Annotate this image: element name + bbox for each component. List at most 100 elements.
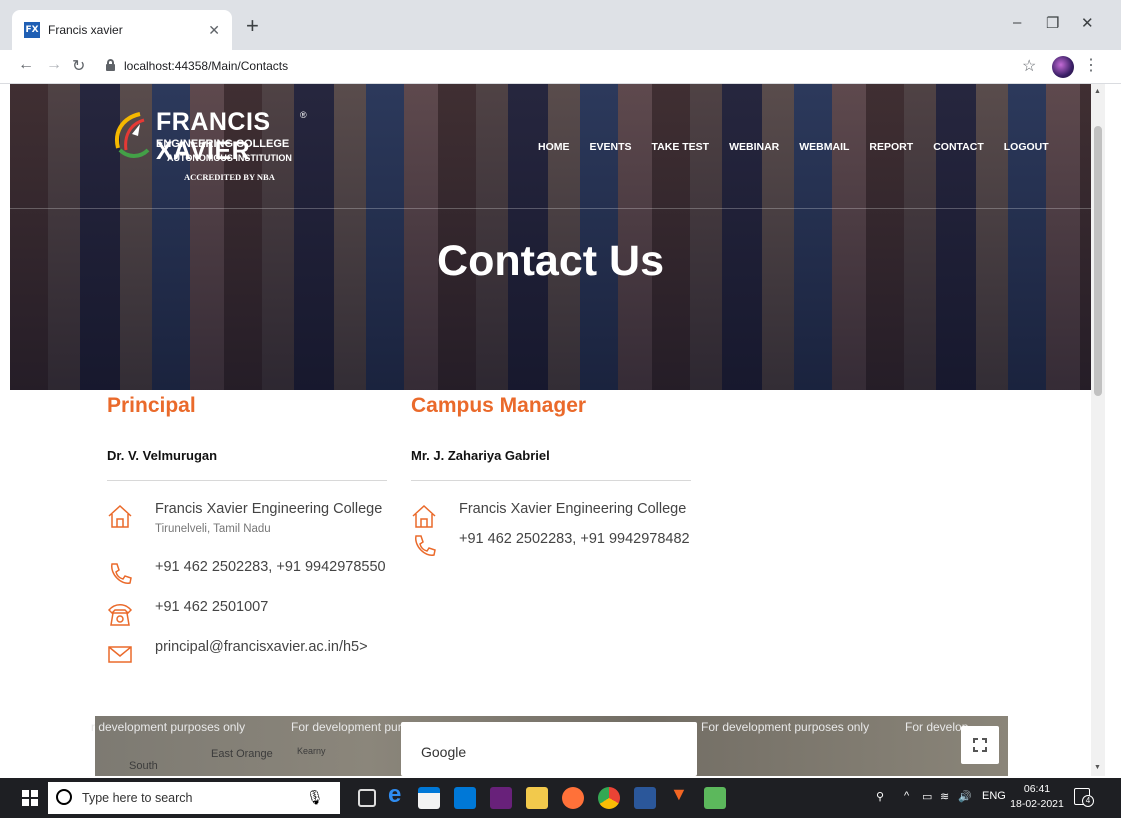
campus-manager-name: Mr. J. Zahariya Gabriel — [411, 448, 550, 463]
nav-webmail[interactable]: WEBMAIL — [799, 141, 849, 153]
file-explorer-icon[interactable] — [526, 787, 548, 809]
campus-manager-address-row: Francis Xavier Engineering College — [411, 501, 701, 531]
principal-email[interactable]: principal@francisxavier.ac.in/h5> — [155, 639, 397, 655]
map-dev-notice: For development purposes only — [701, 720, 870, 734]
edge-browser-icon[interactable]: e — [388, 781, 410, 808]
principal-email-row: principal@francisxavier.ac.in/h5> — [107, 639, 397, 679]
principal-address-row: Francis Xavier Engineering College Tirun… — [107, 501, 397, 541]
close-window-button[interactable]: ✕ — [1081, 14, 1094, 32]
nav-contact[interactable]: CONTACT — [933, 141, 984, 153]
windows-start-icon[interactable] — [22, 790, 38, 806]
app-icon[interactable]: ▼ — [670, 784, 692, 806]
forward-arrow-icon[interactable]: → — [46, 56, 62, 74]
main-navigation: HOME EVENTS TAKE TEST WEBINAR WEBMAIL RE… — [538, 141, 1049, 153]
principal-phone[interactable]: +91 462 2502283, +91 9942978550 — [155, 559, 397, 575]
campus-manager-heading: Campus Manager — [411, 394, 587, 417]
logo-emblem-icon — [115, 112, 150, 158]
contact-section: Principal Dr. V. Velmurugan Francis Xavi… — [10, 390, 1091, 716]
google-map[interactable]: r development purposes only For developm… — [91, 716, 1008, 776]
scroll-thumb[interactable] — [1094, 126, 1102, 396]
scroll-down-icon[interactable]: ▼ — [1094, 764, 1101, 771]
taskbar-search-box[interactable]: Type here to search 🎙 — [48, 782, 340, 814]
clock-time: 06:41 — [1023, 783, 1051, 795]
principal-name: Dr. V. Velmurugan — [107, 448, 218, 463]
principal-address-line2: Tirunelveli, Tamil Nadu — [155, 523, 271, 535]
nav-take-test[interactable]: TAKE TEST — [652, 141, 710, 153]
minimize-window-button[interactable]: – — [1013, 14, 1021, 31]
clock-date: 18-02-2021 — [1010, 798, 1064, 810]
new-tab-button[interactable]: + — [246, 15, 259, 37]
task-view-icon[interactable] — [358, 789, 376, 807]
people-icon[interactable]: ⚲ — [876, 790, 884, 803]
telephone-icon — [107, 604, 133, 626]
page-scrollbar[interactable]: ▲ ▼ — [1091, 84, 1105, 776]
app-icon[interactable] — [704, 787, 726, 809]
divider — [411, 480, 691, 481]
campus-manager-phone-row: +91 462 2502283, +91 9942978482 — [411, 531, 701, 571]
divider — [107, 480, 387, 481]
profile-avatar[interactable] — [1052, 56, 1074, 78]
principal-contact-card: Principal Dr. V. Velmurugan Francis Xavi… — [107, 390, 397, 679]
logo-accreditation: ACCREDITED BY NBA — [184, 172, 275, 182]
search-placeholder: Type here to search — [82, 791, 193, 805]
phone-icon — [111, 563, 132, 584]
mail-app-icon[interactable] — [454, 787, 476, 809]
nav-logout[interactable]: LOGOUT — [1004, 141, 1049, 153]
logo-subtitle: ENGINEERING COLLEGE — [156, 138, 290, 150]
scroll-up-icon[interactable]: ▲ — [1094, 88, 1101, 95]
nav-report[interactable]: REPORT — [869, 141, 913, 153]
principal-heading: Principal — [107, 394, 196, 417]
hero-banner: FRANCIS XAVIER ® ENGINEERING COLLEGE AUT… — [10, 84, 1091, 390]
nav-webinar[interactable]: WEBINAR — [729, 141, 779, 153]
browser-tab[interactable]: FX Francis xavier ✕ — [12, 10, 232, 50]
college-logo[interactable]: FRANCIS XAVIER ® ENGINEERING COLLEGE AUT… — [110, 106, 320, 196]
page-viewport: FRANCIS XAVIER ® ENGINEERING COLLEGE AUT… — [10, 84, 1091, 776]
principal-address-line1: Francis Xavier Engineering College — [155, 501, 383, 517]
system-clock[interactable]: 06:41 18-02-2021 — [1010, 782, 1064, 812]
map-fullscreen-button[interactable] — [961, 726, 999, 764]
restore-window-button[interactable]: ❐ — [1046, 14, 1059, 32]
map-place-label: Kearny — [297, 746, 326, 756]
map-dev-notice: For develop — [905, 720, 969, 734]
hero-divider — [10, 208, 1091, 209]
map-dev-notice: For development pur — [291, 720, 402, 734]
campus-manager-address-line1: Francis Xavier Engineering College — [459, 501, 687, 517]
nav-events[interactable]: EVENTS — [590, 141, 632, 153]
google-label: Google — [421, 744, 467, 760]
map-search-box[interactable]: Google — [401, 722, 697, 776]
chrome-icon[interactable] — [598, 787, 620, 809]
map-dev-notice: r development purposes only — [91, 720, 246, 734]
bookmark-star-icon[interactable]: ☆ — [1022, 56, 1036, 76]
principal-landline[interactable]: +91 462 2501007 — [155, 599, 397, 615]
nav-home[interactable]: HOME — [538, 141, 570, 153]
notification-badge: 4 — [1082, 795, 1094, 807]
store-icon[interactable] — [418, 787, 440, 809]
browser-tab-bar: FX Francis xavier ✕ + – ❐ ✕ — [0, 0, 1121, 50]
close-tab-icon[interactable]: ✕ — [208, 22, 220, 39]
word-icon[interactable] — [634, 787, 656, 809]
volume-icon[interactable]: 🔊 — [958, 790, 972, 803]
principal-landline-row: +91 462 2501007 — [107, 599, 397, 639]
firefox-icon[interactable] — [562, 787, 584, 809]
show-hidden-icons[interactable]: ^ — [904, 790, 909, 802]
cortana-icon — [56, 789, 72, 805]
lock-icon — [106, 59, 115, 71]
phone-icon — [415, 535, 436, 556]
principal-phone-row: +91 462 2502283, +91 9942978550 — [107, 559, 397, 599]
home-icon — [108, 504, 132, 528]
fullscreen-icon — [973, 738, 987, 752]
campus-manager-phone[interactable]: +91 462 2502283, +91 9942978482 — [459, 531, 701, 547]
language-indicator[interactable]: ENG — [982, 790, 1006, 802]
back-arrow-icon[interactable]: ← — [18, 56, 34, 74]
tab-title: Francis xavier — [48, 23, 123, 37]
microphone-icon[interactable]: 🎙 — [306, 789, 324, 806]
map-place-label: East Orange — [211, 748, 273, 760]
url-field[interactable]: localhost:44358/Main/Contacts — [124, 59, 288, 73]
home-icon — [412, 504, 436, 528]
logo-tagline: AUTONOMOUS INSTITUTION — [167, 153, 292, 163]
battery-icon[interactable]: ▭ — [922, 790, 932, 803]
wifi-icon[interactable]: ≋ — [940, 790, 949, 803]
reload-icon[interactable]: ↻ — [72, 56, 85, 76]
visual-studio-icon[interactable] — [490, 787, 512, 809]
browser-menu-icon[interactable]: ⋮ — [1083, 55, 1099, 75]
